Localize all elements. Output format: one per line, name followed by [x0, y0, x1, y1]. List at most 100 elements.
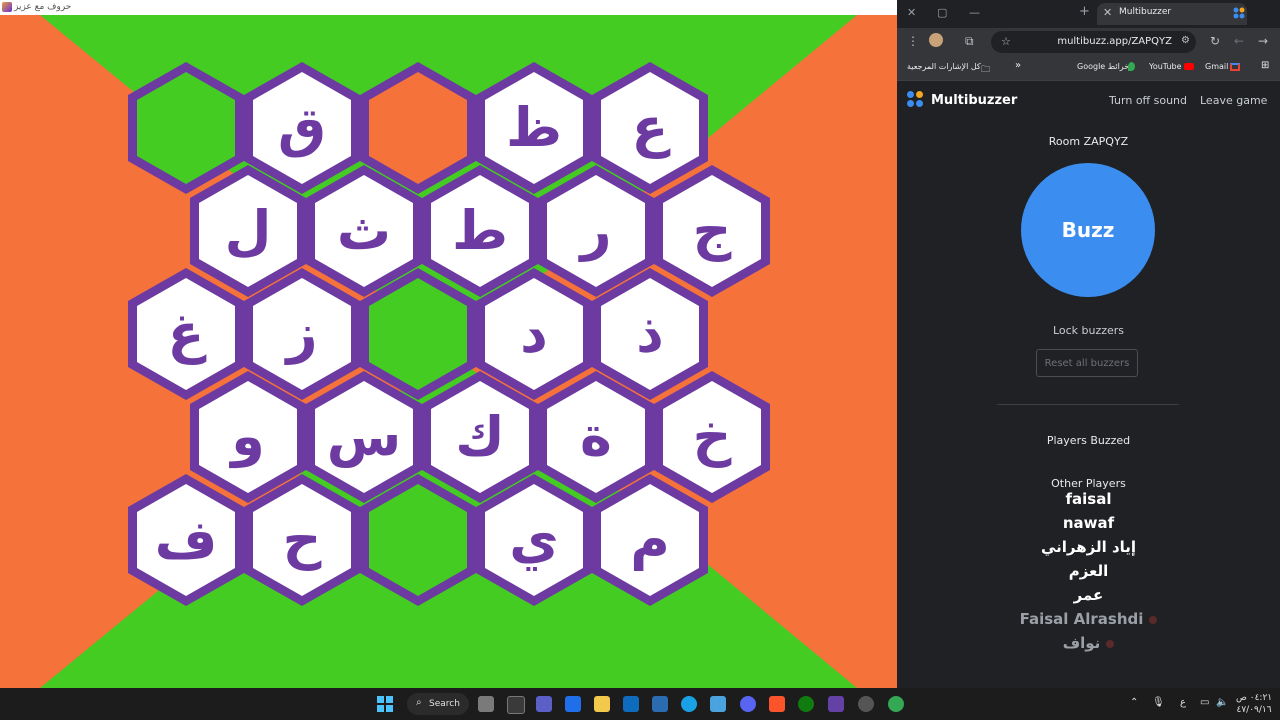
widgets-icon[interactable]: [507, 696, 525, 714]
task-view-icon[interactable]: [478, 696, 494, 712]
multibuzzer-logo-icon: [907, 91, 925, 109]
bookmark-all[interactable]: كل الإشارات المرجعية: [907, 62, 981, 71]
app-icon: [2, 2, 12, 12]
clock-date: ٤٧/٠٩/١٦: [1236, 705, 1272, 715]
taskbar: ⌕ Search ⌃ 🎙 ع ▭ 🔈 ٠٤:٢١ ص ٤٧/٠٩/١٦: [0, 688, 1280, 720]
extensions-icon[interactable]: ⧉: [965, 34, 974, 49]
more-bookmarks-icon[interactable]: »: [1015, 60, 1021, 71]
bookmark-gmail[interactable]: Gmail: [1205, 62, 1228, 71]
photos-icon[interactable]: [710, 696, 726, 712]
disconnected-icon: [1106, 639, 1115, 648]
hex-letter: ك: [455, 405, 505, 468]
hex-letter: ظ: [505, 96, 563, 159]
player-name-text: إياد الزهراني: [1040, 538, 1137, 556]
search-label: Search: [429, 699, 460, 709]
back-icon[interactable]: ←: [1234, 34, 1244, 48]
buzz-button[interactable]: Buzz: [1021, 163, 1155, 297]
player-name-text: faisal: [1065, 490, 1112, 508]
tab-bar: ✕ ▢ — + ✕ Multibuzzer: [897, 0, 1280, 28]
multibuzzer-favicon-icon: [1233, 7, 1245, 19]
mail-icon[interactable]: [623, 696, 639, 712]
minimize-icon[interactable]: —: [969, 6, 980, 19]
player-name-text: عمر: [1073, 586, 1104, 604]
game-app-icon[interactable]: [828, 696, 844, 712]
bookmarks-bar: كل الإشارات المرجعية 🗀 » Google خرائط Yo…: [897, 56, 1280, 81]
hex-tile[interactable]: [360, 474, 476, 606]
hex-letter: ع: [631, 96, 669, 159]
bookmark-google-maps[interactable]: Google خرائط: [1077, 62, 1129, 71]
close-tab-icon[interactable]: ✕: [1103, 6, 1112, 19]
brand-name: Multibuzzer: [931, 93, 1018, 108]
new-tab-icon[interactable]: +: [1079, 4, 1090, 19]
bookmark-youtube[interactable]: YouTube: [1149, 62, 1182, 71]
start-button[interactable]: [377, 696, 393, 712]
hex-tile[interactable]: م: [592, 474, 708, 606]
clock[interactable]: ٠٤:٢١ ص ٤٧/٠٩/١٦: [1236, 692, 1272, 716]
address-bar[interactable]: ☆ multibuzz.app/ZAPQYZ ⚙: [991, 31, 1196, 53]
chrome-icon[interactable]: [888, 696, 904, 712]
players-buzzed-heading: Players Buzzed: [1046, 434, 1131, 447]
multibuzzer-app: Multibuzzer Turn off sound Leave game Ro…: [897, 81, 1280, 688]
player-name-text: nawaf: [1062, 514, 1115, 532]
clock-time: ٠٤:٢١ ص: [1236, 693, 1273, 703]
hex-tile[interactable]: ف: [128, 474, 244, 606]
menu-icon[interactable]: ⋮: [907, 34, 919, 48]
microphone-icon[interactable]: 🎙: [1152, 697, 1165, 708]
player-name-text: نواف: [1062, 634, 1101, 652]
apps-grid-icon[interactable]: ⊞: [1261, 60, 1269, 71]
store-icon[interactable]: [536, 696, 552, 712]
turn-off-sound-link[interactable]: Turn off sound: [1109, 94, 1187, 107]
browser-toolbar: ⋮ ⧉ ☆ multibuzz.app/ZAPQYZ ⚙ ↻ ← →: [897, 28, 1280, 56]
player-name: إياد الزهراني: [897, 538, 1280, 556]
bookmark-star-icon[interactable]: ☆: [1001, 35, 1011, 48]
discord-icon[interactable]: [740, 696, 756, 712]
file-explorer-icon[interactable]: [594, 696, 610, 712]
tab-multibuzzer[interactable]: ✕ Multibuzzer: [1097, 3, 1247, 25]
other-players-heading: Other Players: [1051, 477, 1126, 490]
hex-letter: د: [520, 302, 548, 365]
tab-title: Multibuzzer: [1119, 7, 1172, 17]
hex-letter: ز: [286, 302, 318, 365]
close-window-icon[interactable]: ✕: [907, 6, 916, 19]
hex-letter: ذ: [636, 302, 664, 365]
game-titlebar: حروف مع عزيز: [0, 0, 897, 15]
brave-icon[interactable]: [769, 696, 785, 712]
disconnected-icon: [1149, 615, 1158, 624]
divider: [997, 404, 1179, 405]
language-indicator[interactable]: ع: [1180, 697, 1186, 708]
hex-letter: و: [231, 405, 265, 468]
game-window-title: حروف مع عزيز: [14, 2, 72, 12]
taskbar-search[interactable]: ⌕ Search: [407, 693, 469, 715]
edge-icon[interactable]: [681, 696, 697, 712]
site-settings-icon[interactable]: ⚙: [1181, 35, 1190, 46]
network-icon[interactable]: ▭: [1200, 697, 1209, 708]
url-text: multibuzz.app/ZAPQYZ: [1057, 36, 1172, 47]
maximize-icon[interactable]: ▢: [937, 6, 947, 19]
hex-letter: غ: [167, 302, 205, 365]
game-board: ق ظ ع ل ثط ر ج غ ز د ذ وسك ة خ ف ح ي م: [0, 15, 897, 688]
obs-icon[interactable]: [858, 696, 874, 712]
hex-letter: س: [326, 405, 402, 468]
player-name: نواف: [897, 634, 1280, 652]
forward-icon[interactable]: →: [1258, 34, 1268, 48]
player-name: Faisal Alrashdi: [897, 610, 1280, 628]
search-icon: ⌕: [416, 697, 422, 708]
outlook-icon[interactable]: [652, 696, 668, 712]
player-name: nawaf: [897, 514, 1280, 532]
security-shield-icon[interactable]: [565, 696, 581, 712]
reset-all-buzzers-button[interactable]: Reset all buzzers: [1036, 349, 1138, 377]
hex-letter: ف: [154, 508, 218, 571]
room-label: Room ZAPQYZ: [1048, 135, 1129, 148]
game-window: حروف مع عزيز ق ظ ع ل ثط ر ج غ ز د ذ وسك ة خ ف ح ي م: [0, 0, 897, 688]
volume-icon[interactable]: 🔈: [1216, 697, 1228, 708]
hex-tile[interactable]: ح: [244, 474, 360, 606]
lock-buzzers-toggle[interactable]: Lock buzzers: [897, 324, 1280, 337]
youtube-icon: [1184, 63, 1194, 70]
reload-icon[interactable]: ↻: [1210, 34, 1220, 48]
xbox-icon[interactable]: [798, 696, 814, 712]
folder-icon: 🗀: [981, 65, 991, 75]
leave-game-link[interactable]: Leave game: [1200, 94, 1267, 107]
tray-overflow-icon[interactable]: ⌃: [1130, 697, 1138, 708]
profile-avatar[interactable]: [929, 33, 943, 47]
hex-tile[interactable]: ي: [476, 474, 592, 606]
